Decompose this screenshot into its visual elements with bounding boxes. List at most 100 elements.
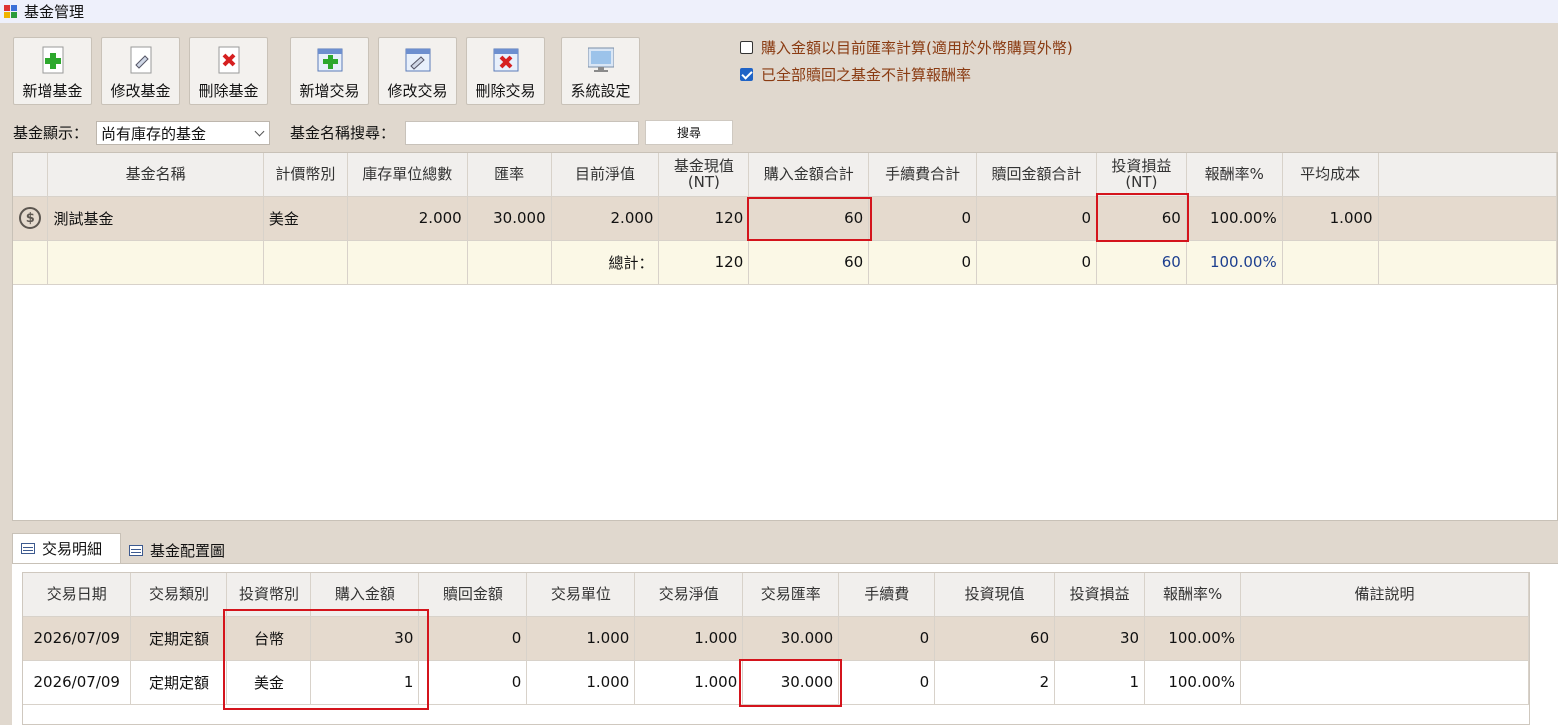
total-redeemed: 0	[976, 240, 1097, 285]
trade-roi: 100.00%	[1144, 616, 1242, 661]
search-button[interactable]: 搜尋	[645, 120, 733, 145]
option-exclude-redeemed[interactable]: 已全部贖回之基金不計算報酬率	[740, 64, 971, 85]
chevron-down-icon	[254, 126, 265, 137]
trade-redeemed: 0	[418, 660, 528, 705]
trade-note	[1240, 616, 1529, 661]
app-icon	[4, 4, 18, 19]
trade-redeemed: 0	[418, 616, 528, 661]
total-pnl: 60	[1096, 240, 1187, 285]
edit-trade-icon	[405, 46, 431, 74]
col-trade-pnl[interactable]: 投資損益	[1054, 573, 1146, 617]
fund-units: 2.000	[347, 196, 468, 241]
col-roi[interactable]: 報酬率%	[1186, 153, 1283, 197]
trade-rate: 30.000	[742, 616, 840, 661]
monitor-icon	[587, 46, 614, 74]
fund-row[interactable]: $ 測試基金 美金 2.000 30.000 2.000 120 60 0 0 …	[13, 196, 1557, 241]
col-trade-redeemed[interactable]: 贖回金額	[418, 573, 528, 617]
delete-trade-icon	[493, 46, 519, 74]
title-bar: 基金管理	[0, 0, 1558, 23]
col-filler	[1378, 153, 1557, 197]
fund-fee: 0	[868, 196, 978, 241]
grid-icon	[129, 544, 143, 556]
tab-allocation-label: 基金配置圖	[150, 541, 226, 560]
col-trade-nav[interactable]: 交易淨值	[634, 573, 744, 617]
col-trade-date[interactable]: 交易日期	[23, 573, 132, 617]
option-exchange-rate[interactable]: 購入金額以目前匯率計算(適用於外幣購買外幣)	[740, 37, 1073, 58]
col-trade-bought[interactable]: 購入金額	[310, 573, 420, 617]
col-fund-name[interactable]: 基金名稱	[47, 153, 264, 197]
col-trade-type[interactable]: 交易類別	[130, 573, 228, 617]
col-avg-cost[interactable]: 平均成本	[1282, 153, 1379, 197]
row-header	[13, 153, 49, 197]
fund-table: 基金名稱 計價幣別 庫存單位總數 匯率 目前淨值 基金現值 (NT) 購入金額合…	[13, 153, 1557, 285]
checkbox-exclude-redeemed[interactable]	[740, 68, 753, 81]
col-currency[interactable]: 計價幣別	[263, 153, 348, 197]
col-units[interactable]: 庫存單位總數	[347, 153, 468, 197]
total-fee: 0	[868, 240, 978, 285]
search-input[interactable]	[405, 121, 639, 145]
delete-icon	[216, 46, 242, 74]
checkbox-exchange-rate[interactable]	[740, 41, 753, 54]
trade-fee: 0	[838, 616, 936, 661]
delete-trade-button[interactable]: 刪除交易	[466, 37, 545, 105]
trade-fee: 0	[838, 660, 936, 705]
col-bought[interactable]: 購入金額合計	[748, 153, 870, 197]
col-fee[interactable]: 手續費合計	[868, 153, 978, 197]
option-exchange-rate-label: 購入金額以目前匯率計算(適用於外幣購買外幣)	[761, 39, 1073, 57]
col-trade-units[interactable]: 交易單位	[526, 573, 636, 617]
trade-row[interactable]: 2026/07/09 定期定額 台幣 30 0 1.000 1.000 30.0…	[23, 616, 1529, 661]
trade-header-row: 交易日期 交易類別 投資幣別 購入金額 贖回金額 交易單位 交易淨值 交易匯率 …	[23, 573, 1529, 617]
add-trade-button[interactable]: 新增交易	[290, 37, 369, 105]
trade-bought: 30	[310, 616, 420, 661]
trade-date: 2026/07/09	[23, 660, 132, 705]
col-trade-note[interactable]: 備註說明	[1240, 573, 1529, 617]
col-redeemed[interactable]: 贖回金額合計	[976, 153, 1097, 197]
fund-grid[interactable]: 基金名稱 計價幣別 庫存單位總數 匯率 目前淨值 基金現值 (NT) 購入金額合…	[12, 152, 1558, 521]
edit-icon	[128, 46, 154, 74]
trade-pnl: 30	[1054, 616, 1146, 661]
col-trade-roi[interactable]: 報酬率%	[1144, 573, 1242, 617]
tab-allocation[interactable]: 基金配置圖	[121, 535, 241, 565]
total-label: 總計：	[551, 240, 660, 285]
fund-header-row: 基金名稱 計價幣別 庫存單位總數 匯率 目前淨值 基金現值 (NT) 購入金額合…	[13, 153, 1557, 197]
col-nav[interactable]: 目前淨值	[551, 153, 660, 197]
col-trade-value[interactable]: 投資現值	[934, 573, 1056, 617]
trade-value: 2	[934, 660, 1056, 705]
fund-currency: 美金	[263, 196, 348, 241]
trade-grid[interactable]: 交易日期 交易類別 投資幣別 購入金額 贖回金額 交易單位 交易淨值 交易匯率 …	[22, 572, 1530, 725]
edit-fund-button[interactable]: 修改基金	[101, 37, 180, 105]
fund-display-select[interactable]: 尚有庫存的基金	[96, 121, 270, 145]
trade-date: 2026/07/09	[23, 616, 132, 661]
search-label: 基金名稱搜尋：	[290, 124, 396, 142]
fund-nav: 2.000	[551, 196, 660, 241]
col-pnl[interactable]: 投資損益 (NT)	[1096, 153, 1187, 197]
trade-currency: 台幣	[226, 616, 312, 661]
fund-pnl: 60	[1096, 196, 1187, 241]
trade-units: 1.000	[526, 660, 636, 705]
col-trade-currency[interactable]: 投資幣別	[226, 573, 312, 617]
col-value[interactable]: 基金現值 (NT)	[658, 153, 750, 197]
edit-trade-button[interactable]: 修改交易	[378, 37, 457, 105]
col-trade-fee[interactable]: 手續費	[838, 573, 936, 617]
delete-fund-button[interactable]: 刪除基金	[189, 37, 268, 105]
col-trade-rate[interactable]: 交易匯率	[742, 573, 840, 617]
window-title: 基金管理	[24, 3, 85, 21]
trade-nav: 1.000	[634, 616, 744, 661]
fund-value: 120	[658, 196, 750, 241]
trade-type: 定期定額	[130, 660, 228, 705]
trade-bought: 1	[310, 660, 420, 705]
add-trade-icon	[317, 46, 343, 74]
trade-note	[1240, 660, 1529, 705]
tab-detail[interactable]: 交易明細	[12, 533, 121, 563]
tab-detail-label: 交易明細	[42, 540, 103, 558]
trade-row[interactable]: 2026/07/09 定期定額 美金 1 0 1.000 1.000 30.00…	[23, 660, 1529, 705]
trade-table: 交易日期 交易類別 投資幣別 購入金額 贖回金額 交易單位 交易淨值 交易匯率 …	[23, 573, 1529, 705]
add-fund-button[interactable]: 新增基金	[13, 37, 92, 105]
trade-pnl: 1	[1054, 660, 1146, 705]
add-icon	[40, 46, 66, 74]
col-rate[interactable]: 匯率	[467, 153, 552, 197]
fund-redeemed: 0	[976, 196, 1097, 241]
fund-display-value: 尚有庫存的基金	[101, 125, 207, 143]
settings-button[interactable]: 系統設定	[561, 37, 640, 105]
trade-roi: 100.00%	[1144, 660, 1242, 705]
